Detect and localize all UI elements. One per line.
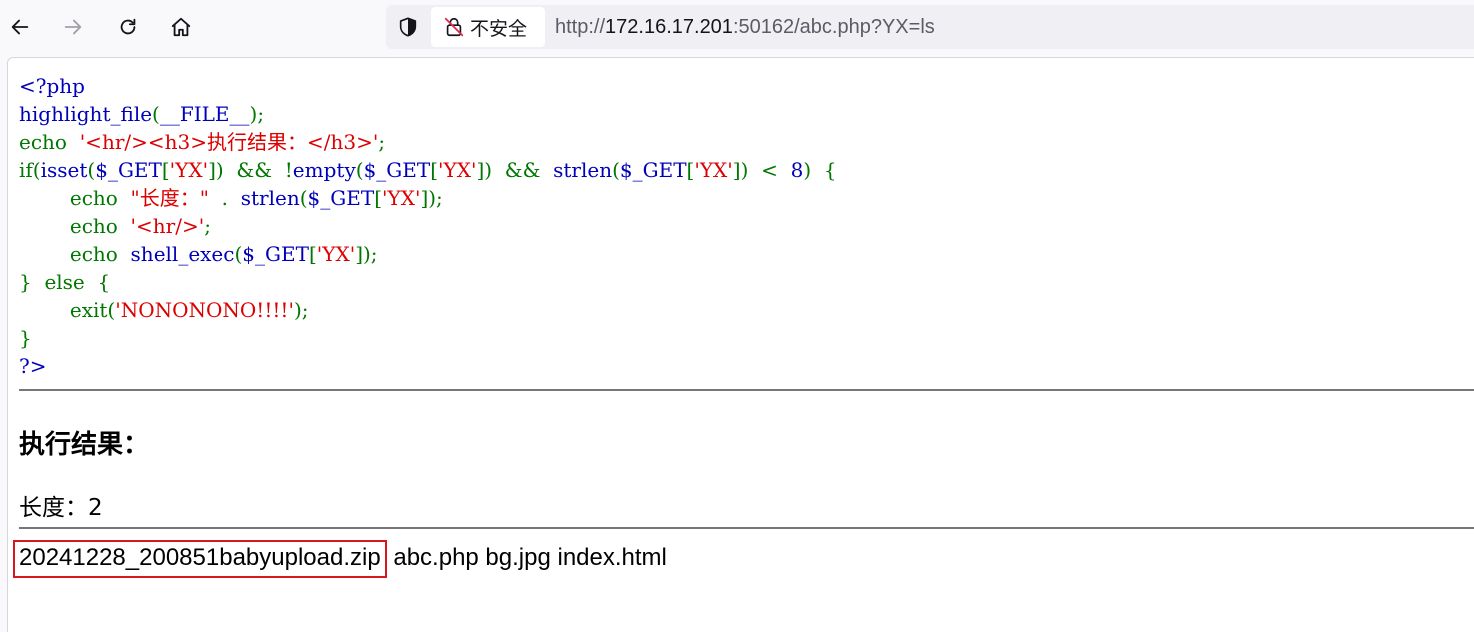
php-source-code: <?php highlight_file(__FILE__); echo '<h… xyxy=(19,72,837,380)
shield-icon xyxy=(399,17,417,37)
address-bar[interactable]: 不安全 http://172.16.17.201:50162/abc.php?Y… xyxy=(386,5,1474,49)
code-token: ); xyxy=(249,102,265,126)
code-token: echo xyxy=(19,186,131,210)
security-label: 不安全 xyxy=(470,17,528,40)
code-token: echo xyxy=(19,130,80,154)
code-token: 8 xyxy=(790,158,804,182)
url-host: 172.16.17.201 xyxy=(605,16,733,38)
code-token: ( xyxy=(612,158,620,182)
code-token: '<hr/><h3>执行结果：</h3>' xyxy=(79,130,379,154)
code-token: ( xyxy=(152,102,160,126)
length-output: 长度：2 xyxy=(19,495,103,521)
code-token: 'YX' xyxy=(438,158,477,182)
code-token: [ xyxy=(308,242,317,266)
code-token: $_GET xyxy=(307,186,375,210)
code-token: highlight_file xyxy=(19,102,153,126)
code-token: ]) && xyxy=(476,158,554,182)
code-token: ) { xyxy=(803,158,837,182)
browser-toolbar: 不安全 http://172.16.17.201:50162/abc.php?Y… xyxy=(0,0,1474,54)
reload-icon xyxy=(120,18,136,35)
code-token: 'NONONONO!!!!' xyxy=(115,298,294,322)
command-output: 20241228_200851babyupload.zip abc.php bg… xyxy=(13,540,667,578)
code-token: [ xyxy=(374,186,382,210)
url-path: :50162/abc.php?YX=ls xyxy=(732,16,935,38)
code-token: exit( xyxy=(19,298,116,322)
code-token: [ xyxy=(161,158,170,182)
code-token: ); xyxy=(293,298,309,322)
code-token: . xyxy=(208,186,241,210)
code-line: } xyxy=(19,326,32,350)
code-token: isset xyxy=(40,158,88,182)
code-token: $_GET xyxy=(363,158,431,182)
code-token: echo xyxy=(19,214,131,238)
arrow-right-icon xyxy=(64,19,82,35)
horizontal-rule xyxy=(19,527,1474,529)
insecure-lock-icon xyxy=(444,17,464,37)
code-token: [ xyxy=(430,158,439,182)
home-button[interactable] xyxy=(163,9,199,45)
code-token: $_GET xyxy=(242,242,309,266)
result-heading: 执行结果： xyxy=(19,430,150,460)
code-token: 'YX' xyxy=(382,186,421,210)
code-token: strlen xyxy=(240,186,300,210)
tracking-protection-button[interactable] xyxy=(394,13,422,41)
arrow-left-icon xyxy=(11,19,29,35)
code-token: 'YX' xyxy=(169,158,209,182)
reload-button[interactable] xyxy=(110,9,146,45)
code-token: ]); xyxy=(355,242,378,266)
code-token: strlen xyxy=(553,158,613,182)
code-token: empty xyxy=(292,158,356,182)
code-token: echo xyxy=(19,242,131,266)
highlighted-filename: 20241228_200851babyupload.zip xyxy=(13,540,387,578)
code-token: ; xyxy=(204,214,211,238)
code-line: ?> xyxy=(19,354,47,378)
code-token: if( xyxy=(19,158,41,182)
code-token: $_GET xyxy=(95,158,162,182)
code-token: __FILE__ xyxy=(159,102,250,126)
code-token: ]) < xyxy=(732,158,791,182)
code-token: "长度：" xyxy=(130,186,209,210)
code-line: <?php xyxy=(19,74,85,98)
code-token: 'YX' xyxy=(316,242,356,266)
url-scheme: http:// xyxy=(555,16,606,38)
back-button[interactable] xyxy=(2,9,38,45)
code-token: shell_exec xyxy=(130,242,235,266)
code-token: 'YX' xyxy=(694,158,733,182)
code-token: ; xyxy=(378,130,386,154)
code-line: } else { xyxy=(19,270,111,294)
code-token: $_GET xyxy=(619,158,687,182)
horizontal-rule xyxy=(19,389,1474,391)
code-token: ]) && ! xyxy=(208,158,293,182)
site-security-button[interactable]: 不安全 xyxy=(431,7,545,47)
page-content: <?php highlight_file(__FILE__); echo '<h… xyxy=(7,57,1474,632)
code-token: ( xyxy=(299,186,308,210)
forward-button[interactable] xyxy=(55,9,91,45)
home-icon xyxy=(171,17,191,37)
code-token: ( xyxy=(355,158,364,182)
other-filenames: abc.php bg.jpg index.html xyxy=(386,544,667,571)
code-token: '<hr/>' xyxy=(130,214,205,238)
url-text[interactable]: http://172.16.17.201:50162/abc.php?YX=ls xyxy=(555,16,935,39)
code-token: ]); xyxy=(420,186,443,210)
